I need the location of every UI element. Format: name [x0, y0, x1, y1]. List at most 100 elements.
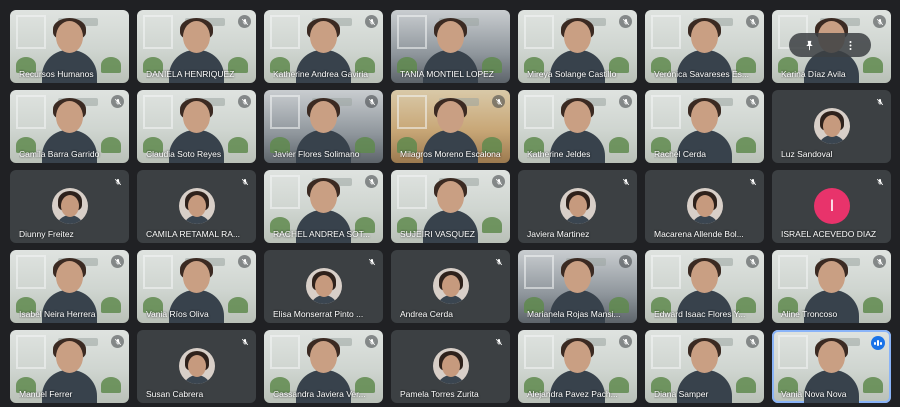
window-backdrop: [524, 95, 554, 129]
mic-off-icon: [746, 335, 759, 348]
participant-name: Vania Nova Nova: [781, 389, 847, 399]
participant-tile[interactable]: Andrea Cerda: [391, 250, 510, 323]
participant-video-face: [691, 21, 718, 53]
mic-off-icon: [238, 175, 251, 188]
participant-tile[interactable]: I ISRAEL ACEVEDO DIAZ: [772, 170, 891, 243]
participant-name: Javier Flores Solimano: [273, 149, 360, 159]
participant-tile[interactable]: SUJEIRI VASQUEZ: [391, 170, 510, 243]
participant-tile[interactable]: Camila Barra Garrido: [10, 90, 129, 163]
participant-video-face: [691, 261, 718, 293]
mic-off-icon: [873, 95, 886, 108]
participant-name: Javiera Martinez: [527, 229, 590, 239]
participant-tile[interactable]: Claudia Soto Reyes: [137, 90, 256, 163]
mic-off-icon: [619, 15, 632, 28]
participant-video-face: [691, 341, 718, 373]
participant-video-face: [437, 181, 464, 213]
mic-off-icon: [619, 95, 632, 108]
participant-name: Edward Isaac Flores Y...: [654, 309, 746, 319]
participant-name: Manuel Ferrer: [19, 389, 73, 399]
participant-tile[interactable]: Pamela Torres Zurita: [391, 330, 510, 403]
mic-off-icon: [111, 255, 124, 268]
mic-off-icon: [619, 175, 632, 188]
participant-tile[interactable]: Susan Cabrera: [137, 330, 256, 403]
participant-name: Diunny Freitez: [19, 229, 74, 239]
participant-name: Katherine Jeldes: [527, 149, 591, 159]
participant-video-face: [564, 261, 591, 293]
mic-off-icon: [238, 255, 251, 268]
participant-tile[interactable]: Elisa Monserrat Pinto ...: [264, 250, 383, 323]
window-backdrop: [270, 335, 300, 369]
participant-name: Luz Sandoval: [781, 149, 833, 159]
avatar: [433, 348, 469, 384]
participant-tile[interactable]: Aline Troncoso: [772, 250, 891, 323]
participant-tile[interactable]: Katherine Andrea Gaviria: [264, 10, 383, 83]
participant-video-face: [564, 21, 591, 53]
avatar-letter: I: [829, 196, 835, 215]
participant-video-face: [437, 101, 464, 133]
participant-tile[interactable]: RACHEL ANDREA SOT...: [264, 170, 383, 243]
avatar: [52, 188, 88, 224]
mic-off-icon: [365, 15, 378, 28]
participant-tile[interactable]: Manuel Ferrer: [10, 330, 129, 403]
window-backdrop: [16, 335, 46, 369]
window-backdrop: [778, 335, 808, 369]
participant-tile[interactable]: Diunny Freitez: [10, 170, 129, 243]
window-backdrop: [143, 95, 173, 129]
window-backdrop: [397, 95, 427, 129]
participant-video-face: [310, 101, 337, 133]
participant-tile[interactable]: Vania Ríos Oliva: [137, 250, 256, 323]
participant-video-face: [310, 21, 337, 53]
mic-off-icon: [365, 255, 378, 268]
participant-tile[interactable]: Luz Sandoval: [772, 90, 891, 163]
participant-video-face: [564, 341, 591, 373]
window-backdrop: [651, 335, 681, 369]
participant-tile[interactable]: Rachel Cerda: [645, 90, 764, 163]
participant-video-face: [183, 261, 210, 293]
participant-name: Milagros Moreno Escalona: [400, 149, 501, 159]
participant-tile[interactable]: Javiera Martinez: [518, 170, 637, 243]
participant-tile[interactable]: Isabel Neira Herrera: [10, 250, 129, 323]
window-backdrop: [778, 255, 808, 289]
participant-name: RACHEL ANDREA SOT...: [273, 229, 370, 239]
participant-tile[interactable]: Cassandra Javiera Ver...: [264, 330, 383, 403]
mic-off-icon: [873, 255, 886, 268]
window-backdrop: [16, 15, 46, 49]
avatar: [433, 268, 469, 304]
participant-tile[interactable]: TANIA MONTIEL LOPEZ: [391, 10, 510, 83]
participant-video-face: [56, 341, 83, 373]
mic-off-icon: [238, 335, 251, 348]
mic-off-icon: [365, 175, 378, 188]
participant-tile[interactable]: Macarena Allende Bol...: [645, 170, 764, 243]
participant-video-face: [56, 261, 83, 293]
participant-tile[interactable]: Alejandra Pavez Pach...: [518, 330, 637, 403]
participant-video-face: [437, 21, 464, 53]
participant-tile[interactable]: Vania Nova Nova: [772, 330, 891, 403]
participant-grid: Recursos Humanos DANIELA HENRIQUEZ Katheri…: [0, 0, 900, 407]
mic-off-icon: [111, 335, 124, 348]
mic-off-icon: [111, 175, 124, 188]
participant-name: Mireya Solange Castillo: [527, 69, 617, 79]
participant-tile[interactable]: Marianela Rojas Mansi...: [518, 250, 637, 323]
participant-tile[interactable]: Milagros Moreno Escalona: [391, 90, 510, 163]
participant-tile[interactable]: Diana Samper: [645, 330, 764, 403]
participant-video-face: [564, 101, 591, 133]
pin-icon[interactable]: [800, 35, 820, 55]
mic-off-icon: [365, 95, 378, 108]
participant-name: CAMILA RETAMAL RA...: [146, 229, 240, 239]
participant-tile[interactable]: Javier Flores Solimano: [264, 90, 383, 163]
participant-tile[interactable]: CAMILA RETAMAL RA...: [137, 170, 256, 243]
participant-video-face: [183, 21, 210, 53]
mic-off-icon: [492, 95, 505, 108]
participant-tile[interactable]: Recursos Humanos: [10, 10, 129, 83]
participant-tile[interactable]: Mireya Solange Castillo: [518, 10, 637, 83]
mic-off-icon: [492, 255, 505, 268]
participant-name: Karina Díaz Avila: [781, 69, 846, 79]
participant-tile[interactable]: Verónica Savareses Es...: [645, 10, 764, 83]
participant-tile[interactable]: Katherine Jeldes: [518, 90, 637, 163]
participant-name: Susan Cabrera: [146, 389, 204, 399]
participant-tile[interactable]: DANIELA HENRIQUEZ: [137, 10, 256, 83]
mic-off-icon: [111, 95, 124, 108]
mic-off-icon: [619, 255, 632, 268]
participant-tile[interactable]: Edward Isaac Flores Y...: [645, 250, 764, 323]
more-vert-icon[interactable]: [841, 35, 861, 55]
